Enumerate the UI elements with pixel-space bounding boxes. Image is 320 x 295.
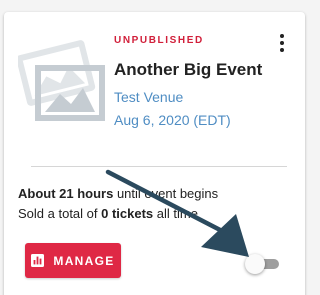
countdown-value: About 21 hours xyxy=(18,186,114,201)
event-date: Aug 6, 2020 (EDT) xyxy=(114,112,231,128)
event-title[interactable]: Another Big Event xyxy=(114,60,262,80)
manage-button-label: MANAGE xyxy=(53,253,115,268)
toggle-thumb xyxy=(245,254,265,274)
event-venue[interactable]: Test Venue xyxy=(114,89,183,105)
tickets-sold-value: 0 tickets xyxy=(101,206,154,221)
countdown-suffix: until event begins xyxy=(113,186,219,201)
tickets-sold-text: Sold a total of 0 tickets all time xyxy=(18,206,198,221)
divider xyxy=(31,166,287,167)
publish-toggle[interactable] xyxy=(245,254,281,274)
tickets-sold-prefix: Sold a total of xyxy=(18,206,102,221)
tickets-sold-suffix: all time xyxy=(153,206,198,221)
event-card: UNPUBLISHED Another Big Event Test Venue… xyxy=(4,12,305,295)
event-thumbnail-icon xyxy=(18,40,105,121)
status-label: UNPUBLISHED xyxy=(114,35,204,46)
more-options-icon[interactable] xyxy=(274,33,290,53)
countdown-text: About 21 hours until event begins xyxy=(18,186,218,201)
manage-button[interactable]: MANAGE xyxy=(25,243,121,278)
bar-chart-icon xyxy=(31,254,45,267)
